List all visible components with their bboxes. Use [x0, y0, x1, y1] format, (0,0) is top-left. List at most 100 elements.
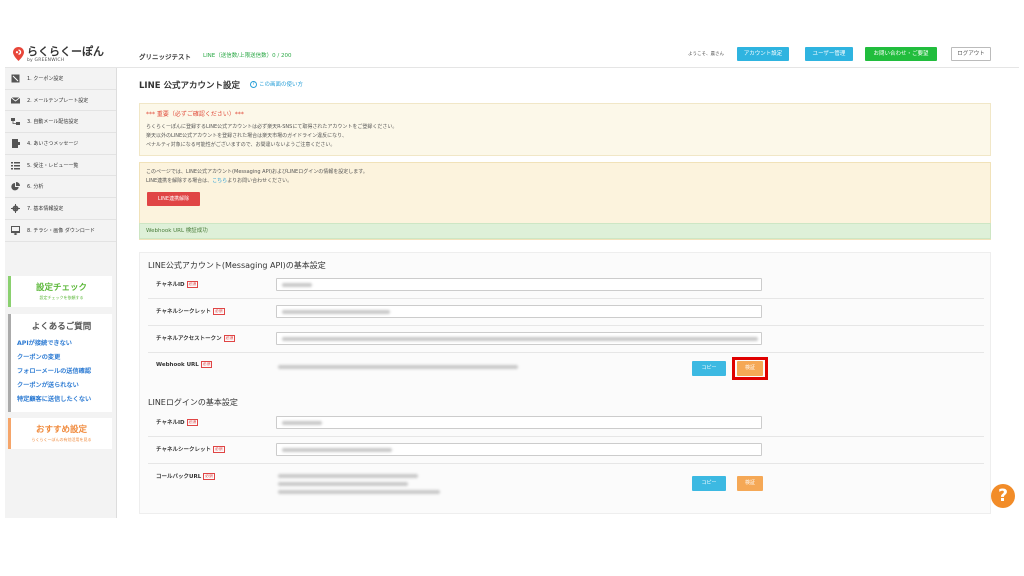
logo-main-text: らくらくーぽん — [27, 45, 104, 58]
sidebar-item-label: 1. クーポン設定 — [27, 75, 64, 82]
channel-secret-input[interactable] — [276, 305, 762, 318]
sidebar: 1. クーポン設定 2. メールテンプレート設定 3. 自動メール配信設定 4.… — [5, 68, 117, 518]
sidebar-item-label: 4. あいさつメッセージ — [27, 140, 79, 147]
recommended-settings-box[interactable]: おすすめ設定 らくらくーぽんの有効活用を見る — [8, 418, 112, 449]
field-label: チャネルアクセストークン 必須 — [156, 335, 236, 342]
sidebar-item-analytics[interactable]: 6. 分析 — [5, 176, 116, 199]
login-channel-id-input[interactable] — [276, 416, 762, 429]
login-channel-secret-row: チャネルシークレット 必須 — [148, 437, 984, 464]
faq-title: よくあるご質問 — [31, 322, 92, 332]
messaging-section-title: LINE公式アカウント(Messaging API)の基本設定 — [148, 261, 326, 270]
auto-mail-icon — [11, 118, 20, 126]
info-line: このページでは、LINE公式アカウント(Messaging API)およびLIN… — [146, 169, 368, 175]
channel-id-row: チャネルID 必須 — [148, 272, 984, 299]
sidebar-item-mail-template[interactable]: 2. メールテンプレート設定 — [5, 90, 116, 112]
required-badge: 必須 — [203, 473, 215, 480]
sidebar-item-greeting[interactable]: 4. あいさつメッセージ — [5, 133, 116, 155]
callback-url-row: コールバックURL 必須 コピー 検証 — [148, 464, 984, 504]
field-label: Webhook URL 必須 — [156, 361, 213, 368]
help-link-text: この画面の使い方 — [259, 82, 304, 88]
settings-check-title: 設定チェック — [35, 283, 87, 293]
required-badge: 必須 — [212, 446, 225, 453]
app-logo[interactable]: らくらくーぽん by GREENWICH — [13, 45, 104, 64]
pie-chart-icon — [11, 182, 20, 191]
settings-check-box[interactable]: 設定チェック 設定チェックを依頼する — [8, 276, 112, 307]
mail-icon — [11, 96, 20, 104]
recommended-sub: らくらくーぽんの有効活用を見る — [31, 437, 92, 442]
channel-id-input[interactable] — [276, 278, 762, 291]
access-token-row: チャネルアクセストークン 必須 — [148, 326, 984, 353]
sidebar-item-download[interactable]: 8. チラシ・画像 ダウンロード — [5, 220, 116, 242]
info-line: LINE連携を解除する場合は、こちらよりお問い合わせください。 — [146, 177, 292, 184]
important-notice-title: *** 重要（必ずご確認ください）*** — [146, 111, 244, 118]
faq-link[interactable]: クーポンが送られない — [11, 379, 112, 393]
webhook-url-value — [278, 365, 518, 369]
line-send-count: LINE（送信数/上限送信数）0 / 200 — [203, 53, 292, 59]
list-icon — [11, 161, 20, 170]
callback-url-value — [278, 482, 408, 486]
field-label: チャネルシークレット 必須 — [156, 308, 225, 315]
required-badge: 必須 — [200, 361, 213, 368]
sidebar-item-auto-mail[interactable]: 3. 自動メール配信設定 — [5, 111, 116, 134]
webhook-verify-button[interactable]: 検証 — [737, 361, 763, 376]
contact-button[interactable]: お問い合わせ・ご要望 — [865, 47, 937, 61]
logo-sub-text: by GREENWICH — [27, 58, 65, 63]
channel-secret-row: チャネルシークレット 必須 — [148, 299, 984, 326]
notice-line: らくらくーぽんに登録するLINE公式アカウントは必ず楽天R-SNSにて取得された… — [146, 124, 398, 130]
user-management-button[interactable]: ユーザー管理 — [805, 47, 853, 61]
webhook-success-alert: Webhook URL 検証成功 — [139, 223, 991, 239]
logo-pin-icon — [13, 47, 24, 61]
important-notice: *** 重要（必ずご確認ください）*** らくらくーぽんに登録するLINE公式ア… — [139, 103, 991, 156]
callback-url-value — [278, 474, 418, 478]
field-label: コールバックURL 必須 — [156, 473, 215, 480]
shop-name: グリニッジテスト — [139, 53, 191, 61]
logout-button[interactable]: ログアウト — [951, 47, 991, 61]
help-link[interactable]: ? この画面の使い方 — [250, 80, 303, 88]
sidebar-item-label: 8. チラシ・画像 ダウンロード — [27, 227, 95, 234]
login-channel-secret-input[interactable] — [276, 443, 762, 456]
coupon-icon — [11, 74, 20, 83]
contact-here-link[interactable]: こちら — [212, 178, 227, 184]
required-badge: 必須 — [223, 335, 236, 342]
field-label: チャネルID 必須 — [156, 419, 199, 426]
callback-copy-button[interactable]: コピー — [692, 476, 726, 491]
sidebar-item-orders-reviews[interactable]: 5. 受注・レビュー一覧 — [5, 155, 116, 177]
webhook-copy-button[interactable]: コピー — [692, 361, 726, 376]
line-unlink-button[interactable]: LINE連携解除 — [147, 192, 200, 206]
callback-verify-button[interactable]: 検証 — [737, 476, 763, 491]
sidebar-item-label: 3. 自動メール配信設定 — [27, 119, 79, 126]
greeting-icon — [12, 138, 20, 148]
faq-link[interactable]: 特定顧客に送信したくない — [11, 393, 112, 407]
sidebar-item-label: 2. メールテンプレート設定 — [27, 97, 89, 104]
sidebar-item-label: 5. 受注・レビュー一覧 — [27, 162, 79, 169]
settings-panel: LINE公式アカウント(Messaging API)の基本設定 チャネルID 必須… — [139, 252, 991, 514]
login-section-title: LINEログインの基本設定 — [148, 398, 238, 407]
account-settings-button[interactable]: アカウント設定 — [737, 47, 789, 61]
recommended-title: おすすめ設定 — [35, 425, 87, 435]
top-header: らくらくーぽん by GREENWICH グリニッジテスト LINE（送信数/上… — [5, 42, 1019, 68]
access-token-input[interactable] — [276, 332, 762, 345]
webhook-url-row: Webhook URL 必須 コピー 検証 — [148, 353, 984, 385]
faq-link[interactable]: クーポンの変更 — [11, 351, 112, 365]
help-circle-icon: ? — [250, 80, 257, 88]
help-question-icon[interactable]: ? — [991, 484, 1015, 508]
gear-icon — [11, 203, 20, 213]
required-badge: 必須 — [186, 281, 199, 288]
welcome-text: ようこそ、農さん — [688, 52, 724, 57]
required-badge: 必須 — [212, 308, 225, 315]
info-line-pre: LINE連携を解除する場合は、 — [146, 178, 213, 184]
download-icon — [11, 225, 20, 235]
field-label: チャネルシークレット 必須 — [156, 446, 225, 453]
faq-link[interactable]: APIが接続できない — [11, 337, 112, 351]
sidebar-item-basic-info[interactable]: 7. 基本情報設定 — [5, 198, 116, 220]
notice-line: ペナルティ対象になる可能性がございますので、お間違いないようご注意ください。 — [146, 142, 336, 148]
field-label: チャネルID 必須 — [156, 281, 199, 288]
faq-link[interactable]: フォローメールの送信確認 — [11, 365, 112, 379]
info-line-post: よりお問い合わせください。 — [227, 178, 293, 184]
sidebar-item-label: 7. 基本情報設定 — [27, 205, 64, 212]
required-badge: 必須 — [186, 419, 199, 426]
page-title: LINE 公式アカウント設定 — [139, 81, 240, 91]
sidebar-item-label: 6. 分析 — [27, 184, 44, 191]
settings-check-sub: 設定チェックを依頼する — [39, 295, 84, 300]
sidebar-item-coupon[interactable]: 1. クーポン設定 — [5, 68, 116, 90]
